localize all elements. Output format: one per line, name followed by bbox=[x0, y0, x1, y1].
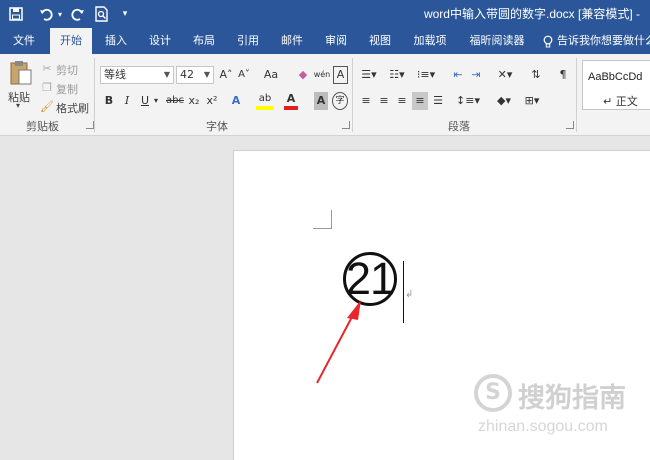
watermark-text: 搜狗指南 bbox=[518, 383, 626, 414]
watermark: S 搜狗指南 zhinan.sogou.com bbox=[474, 368, 650, 460]
sogou-logo-icon: S bbox=[474, 374, 512, 412]
watermark-url: zhinan.sogou.com bbox=[478, 418, 608, 435]
